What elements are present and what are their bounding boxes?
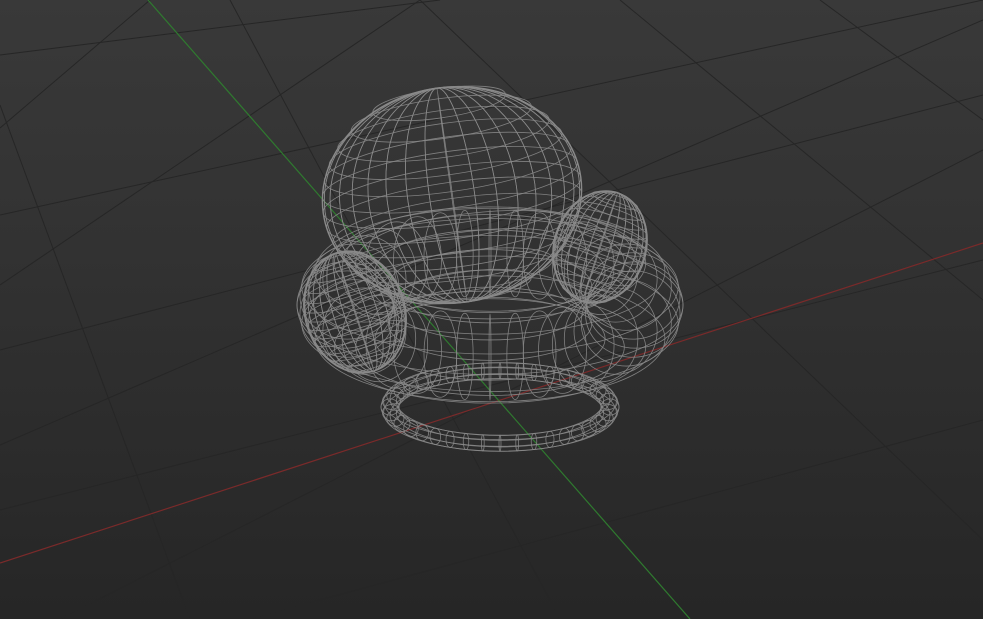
head-sphere-latitude <box>322 160 582 230</box>
body-torus-segment <box>522 310 557 398</box>
base-ring-segment <box>462 433 470 451</box>
floor-grid <box>0 0 983 619</box>
right-ear-latitude <box>555 229 645 265</box>
head-sphere-latitude <box>337 105 550 162</box>
head-sphere-longitude <box>367 87 537 303</box>
base-ring-ring <box>398 373 602 441</box>
base-ring-segment <box>480 362 485 380</box>
base-ring-segment <box>462 363 470 381</box>
base-ring-ring <box>380 367 620 447</box>
3d-viewport[interactable] <box>0 0 983 619</box>
grid-line <box>0 94 983 351</box>
base-ring-segment <box>429 427 442 445</box>
base-ring-segment <box>571 424 585 442</box>
body-torus-segment <box>488 313 492 401</box>
viewport-scene[interactable] <box>0 0 983 619</box>
base-ring-segment <box>558 427 571 445</box>
base-ring-segment <box>445 430 455 448</box>
wireframe-mesh[interactable] <box>288 70 684 452</box>
grid-line <box>0 0 441 56</box>
grid-line <box>619 0 983 301</box>
grid-line <box>0 0 983 216</box>
grid-line <box>0 0 421 286</box>
base-ring-segment <box>498 362 502 380</box>
base-ring-segment <box>498 434 502 452</box>
body-torus-segment <box>456 312 474 401</box>
base-ring-segment <box>480 434 485 452</box>
head-sphere-longitude <box>367 87 537 303</box>
base-ring-segment <box>515 434 520 452</box>
base-ring-segment <box>545 430 555 448</box>
head-sphere-latitude <box>354 228 567 285</box>
base-ring-segment <box>445 366 455 384</box>
head-sphere-latitude <box>323 131 572 198</box>
grid-line <box>249 419 983 619</box>
body-torus-segment <box>506 312 524 401</box>
grid-line <box>0 0 151 129</box>
base-ring-segment <box>515 362 520 380</box>
grid-line <box>0 104 191 619</box>
